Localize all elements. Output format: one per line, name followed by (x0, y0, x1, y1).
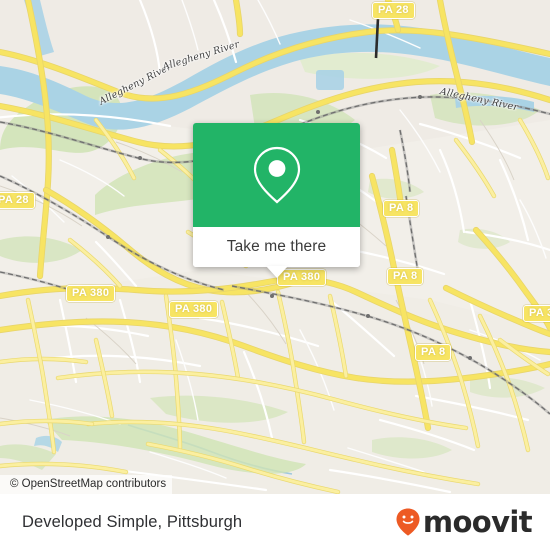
road-shield-pa8-middle: PA 8 (387, 268, 424, 285)
road-shield-pa28-north: PA 28 (372, 2, 415, 19)
road-shield-pa8-upper: PA 8 (383, 200, 420, 217)
popup-footer[interactable]: Take me there (193, 227, 360, 278)
road-shield-pa28-west: PA 28 (0, 192, 35, 209)
moovit-smiley-pin-icon (396, 508, 420, 536)
road-shield-pa380-west: PA 380 (66, 285, 116, 302)
road-shield-pa380-midwest: PA 380 (169, 301, 219, 318)
moovit-wordmark: moovit (422, 505, 533, 539)
popup-header (193, 123, 360, 227)
location-pin-icon (253, 146, 300, 204)
place-title: Developed Simple, Pittsburgh (22, 512, 243, 531)
popup-tail (265, 266, 288, 278)
take-me-there-label: Take me there (226, 238, 327, 255)
moovit-map-screen: .w { fill:#aad3e5; } .pk { fill:#cfe3b4;… (0, 0, 550, 550)
place-popup-card[interactable]: Take me there (193, 123, 360, 278)
map-viewport[interactable]: .w { fill:#aad3e5; } .pk { fill:#cfe3b4;… (0, 0, 550, 494)
moovit-brand[interactable]: moovit (395, 505, 533, 539)
osm-attribution[interactable]: © OpenStreetMap contributors (0, 475, 173, 494)
road-shield-pa8-lower: PA 8 (415, 344, 452, 361)
bottom-bar: Developed Simple, Pittsburgh moovit (0, 494, 550, 550)
road-shield-pa3-east: PA 3 (523, 305, 550, 322)
